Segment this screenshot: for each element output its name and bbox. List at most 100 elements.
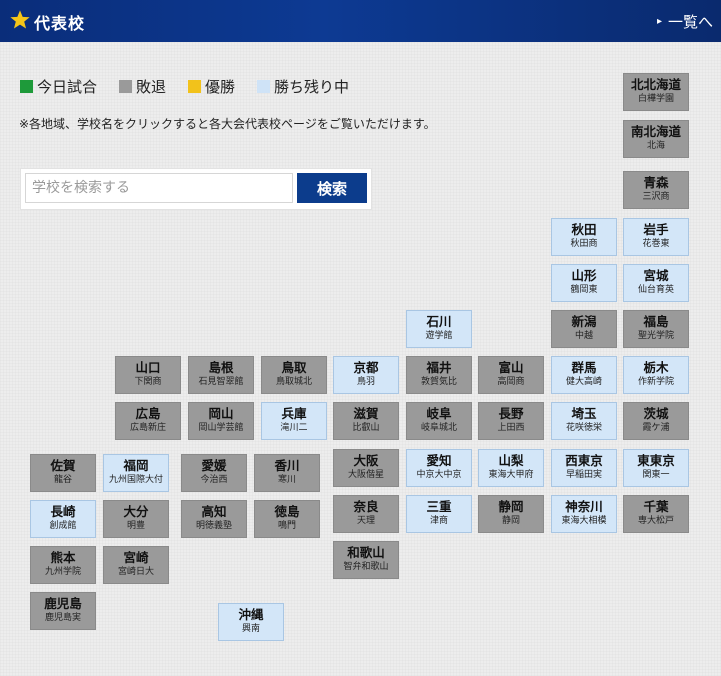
school-name-link[interactable]: 霞ケ浦: [624, 422, 688, 434]
prefecture-tile-aomori[interactable]: 青森 三沢商: [623, 171, 689, 209]
prefecture-tile-toyama[interactable]: 富山 高岡商: [478, 356, 544, 394]
school-name-link[interactable]: 龍谷: [31, 474, 95, 486]
search-button[interactable]: 検索: [297, 173, 367, 203]
school-name-link[interactable]: 仙台育英: [624, 284, 688, 296]
prefecture-tile-shimane[interactable]: 島根 石見智翠館: [188, 356, 254, 394]
school-name-link[interactable]: 健大高崎: [552, 376, 616, 388]
school-name-link[interactable]: 智弁和歌山: [334, 561, 398, 573]
prefecture-tile-kyoto[interactable]: 京都 鳥羽: [333, 356, 399, 394]
school-name-link[interactable]: 下関商: [116, 376, 180, 388]
prefecture-tile-kagoshima[interactable]: 鹿児島 鹿児島実: [30, 592, 96, 630]
prefecture-tile-iwate[interactable]: 岩手 花巻東: [623, 218, 689, 256]
prefecture-tile-kanagawa[interactable]: 神奈川 東海大相模: [551, 495, 617, 533]
school-name-link[interactable]: 岐阜城北: [407, 422, 471, 434]
school-name-link[interactable]: 東海大甲府: [479, 469, 543, 481]
school-name-link[interactable]: 花咲徳栄: [552, 422, 616, 434]
school-name-link[interactable]: 九州国際大付: [104, 474, 168, 486]
prefecture-tile-tokushima[interactable]: 徳島 鳴門: [254, 500, 320, 538]
school-name-link[interactable]: 広島新庄: [116, 422, 180, 434]
prefecture-tile-niigata[interactable]: 新潟 中越: [551, 310, 617, 348]
school-name-link[interactable]: 鳥取城北: [262, 376, 326, 388]
school-name-link[interactable]: 花巻東: [624, 238, 688, 250]
school-name-link[interactable]: 九州学院: [31, 566, 95, 578]
prefecture-tile-kochi[interactable]: 高知 明徳義塾: [181, 500, 247, 538]
prefecture-tile-akita[interactable]: 秋田 秋田商: [551, 218, 617, 256]
prefecture-tile-chiba[interactable]: 千葉 専大松戸: [623, 495, 689, 533]
school-name-link[interactable]: 興南: [219, 623, 283, 635]
school-search-input[interactable]: [25, 173, 293, 203]
school-name-link[interactable]: 石見智翠館: [189, 376, 253, 388]
prefecture-tile-higashitokyo[interactable]: 東東京 関東一: [623, 449, 689, 487]
prefecture-tile-miyazaki[interactable]: 宮崎 宮崎日大: [103, 546, 169, 584]
prefecture-tile-nagano[interactable]: 長野 上田西: [478, 402, 544, 440]
prefecture-tile-shizuoka[interactable]: 静岡 静岡: [478, 495, 544, 533]
school-name-link[interactable]: 北海: [624, 140, 688, 152]
prefecture-tile-saitama[interactable]: 埼玉 花咲徳栄: [551, 402, 617, 440]
prefecture-tile-nishitokyo[interactable]: 西東京 早稲田実: [551, 449, 617, 487]
prefecture-tile-ibaraki[interactable]: 茨城 霞ケ浦: [623, 402, 689, 440]
prefecture-tile-yamaguchi[interactable]: 山口 下関商: [115, 356, 181, 394]
prefecture-tile-gifu[interactable]: 岐阜 岐阜城北: [406, 402, 472, 440]
school-name-link[interactable]: 創成館: [31, 520, 95, 532]
school-name-link[interactable]: 鳴門: [255, 520, 319, 532]
school-name-link[interactable]: 敦賀気比: [407, 376, 471, 388]
school-name-link[interactable]: 遊学館: [407, 330, 471, 342]
prefecture-tile-kumamoto[interactable]: 熊本 九州学院: [30, 546, 96, 584]
school-name-link[interactable]: 中京大中京: [407, 469, 471, 481]
view-all-link[interactable]: ▸ 一覧へ: [657, 11, 713, 32]
school-name-link[interactable]: 東海大相模: [552, 515, 616, 527]
prefecture-tile-nara[interactable]: 奈良 天理: [333, 495, 399, 533]
prefecture-tile-gunma[interactable]: 群馬 健大高崎: [551, 356, 617, 394]
prefecture-tile-hyogo[interactable]: 兵庫 滝川二: [261, 402, 327, 440]
school-name-link[interactable]: 白樺学園: [624, 93, 688, 105]
school-name-link[interactable]: 三沢商: [624, 191, 688, 203]
school-name-link[interactable]: 鹿児島実: [31, 612, 95, 624]
prefecture-tile-yamagata[interactable]: 山形 鶴岡東: [551, 264, 617, 302]
prefecture-tile-saga[interactable]: 佐賀 龍谷: [30, 454, 96, 492]
school-name-link[interactable]: 比叡山: [334, 422, 398, 434]
prefecture-tile-ehime[interactable]: 愛媛 今治西: [181, 454, 247, 492]
school-name-link[interactable]: 岡山学芸館: [189, 422, 253, 434]
prefecture-tile-okinawa[interactable]: 沖縄 興南: [218, 603, 284, 641]
prefecture-tile-ishikawa[interactable]: 石川 遊学館: [406, 310, 472, 348]
school-name-link[interactable]: 津商: [407, 515, 471, 527]
prefecture-tile-okayama[interactable]: 岡山 岡山学芸館: [188, 402, 254, 440]
school-name-link[interactable]: 明豊: [104, 520, 168, 532]
school-name-link[interactable]: 早稲田実: [552, 469, 616, 481]
prefecture-tile-shiga[interactable]: 滋賀 比叡山: [333, 402, 399, 440]
school-name-link[interactable]: 専大松戸: [624, 515, 688, 527]
prefecture-tile-nagasaki[interactable]: 長崎 創成館: [30, 500, 96, 538]
school-name-link[interactable]: 静岡: [479, 515, 543, 527]
prefecture-tile-mie[interactable]: 三重 津商: [406, 495, 472, 533]
school-name-link[interactable]: 鳥羽: [334, 376, 398, 388]
school-name-link[interactable]: 寒川: [255, 474, 319, 486]
prefecture-tile-miyagi[interactable]: 宮城 仙台育英: [623, 264, 689, 302]
prefecture-tile-oita[interactable]: 大分 明豊: [103, 500, 169, 538]
prefecture-tile-tottori[interactable]: 鳥取 鳥取城北: [261, 356, 327, 394]
prefecture-tile-osaka[interactable]: 大阪 大阪偕星: [333, 449, 399, 487]
school-name-link[interactable]: 鶴岡東: [552, 284, 616, 296]
school-name-link[interactable]: 明徳義塾: [182, 520, 246, 532]
prefecture-tile-minamihokkaido[interactable]: 南北海道 北海: [623, 120, 689, 158]
prefecture-tile-fukushima[interactable]: 福島 聖光学院: [623, 310, 689, 348]
prefecture-tile-yamanashi[interactable]: 山梨 東海大甲府: [478, 449, 544, 487]
school-name-link[interactable]: 関東一: [624, 469, 688, 481]
school-name-link[interactable]: 滝川二: [262, 422, 326, 434]
prefecture-tile-kagawa[interactable]: 香川 寒川: [254, 454, 320, 492]
prefecture-tile-hiroshima[interactable]: 広島 広島新庄: [115, 402, 181, 440]
prefecture-tile-aichi[interactable]: 愛知 中京大中京: [406, 449, 472, 487]
school-name-link[interactable]: 宮崎日大: [104, 566, 168, 578]
school-name-link[interactable]: 高岡商: [479, 376, 543, 388]
prefecture-tile-tochigi[interactable]: 栃木 作新学院: [623, 356, 689, 394]
school-name-link[interactable]: 聖光学院: [624, 330, 688, 342]
school-name-link[interactable]: 今治西: [182, 474, 246, 486]
school-name-link[interactable]: 天理: [334, 515, 398, 527]
school-name-link[interactable]: 上田西: [479, 422, 543, 434]
prefecture-tile-wakayama[interactable]: 和歌山 智弁和歌山: [333, 541, 399, 579]
prefecture-tile-kitahokkaido[interactable]: 北北海道 白樺学園: [623, 73, 689, 111]
school-name-link[interactable]: 秋田商: [552, 238, 616, 250]
school-name-link[interactable]: 作新学院: [624, 376, 688, 388]
prefecture-tile-fukui[interactable]: 福井 敦賀気比: [406, 356, 472, 394]
school-name-link[interactable]: 中越: [552, 330, 616, 342]
prefecture-tile-fukuoka[interactable]: 福岡 九州国際大付: [103, 454, 169, 492]
